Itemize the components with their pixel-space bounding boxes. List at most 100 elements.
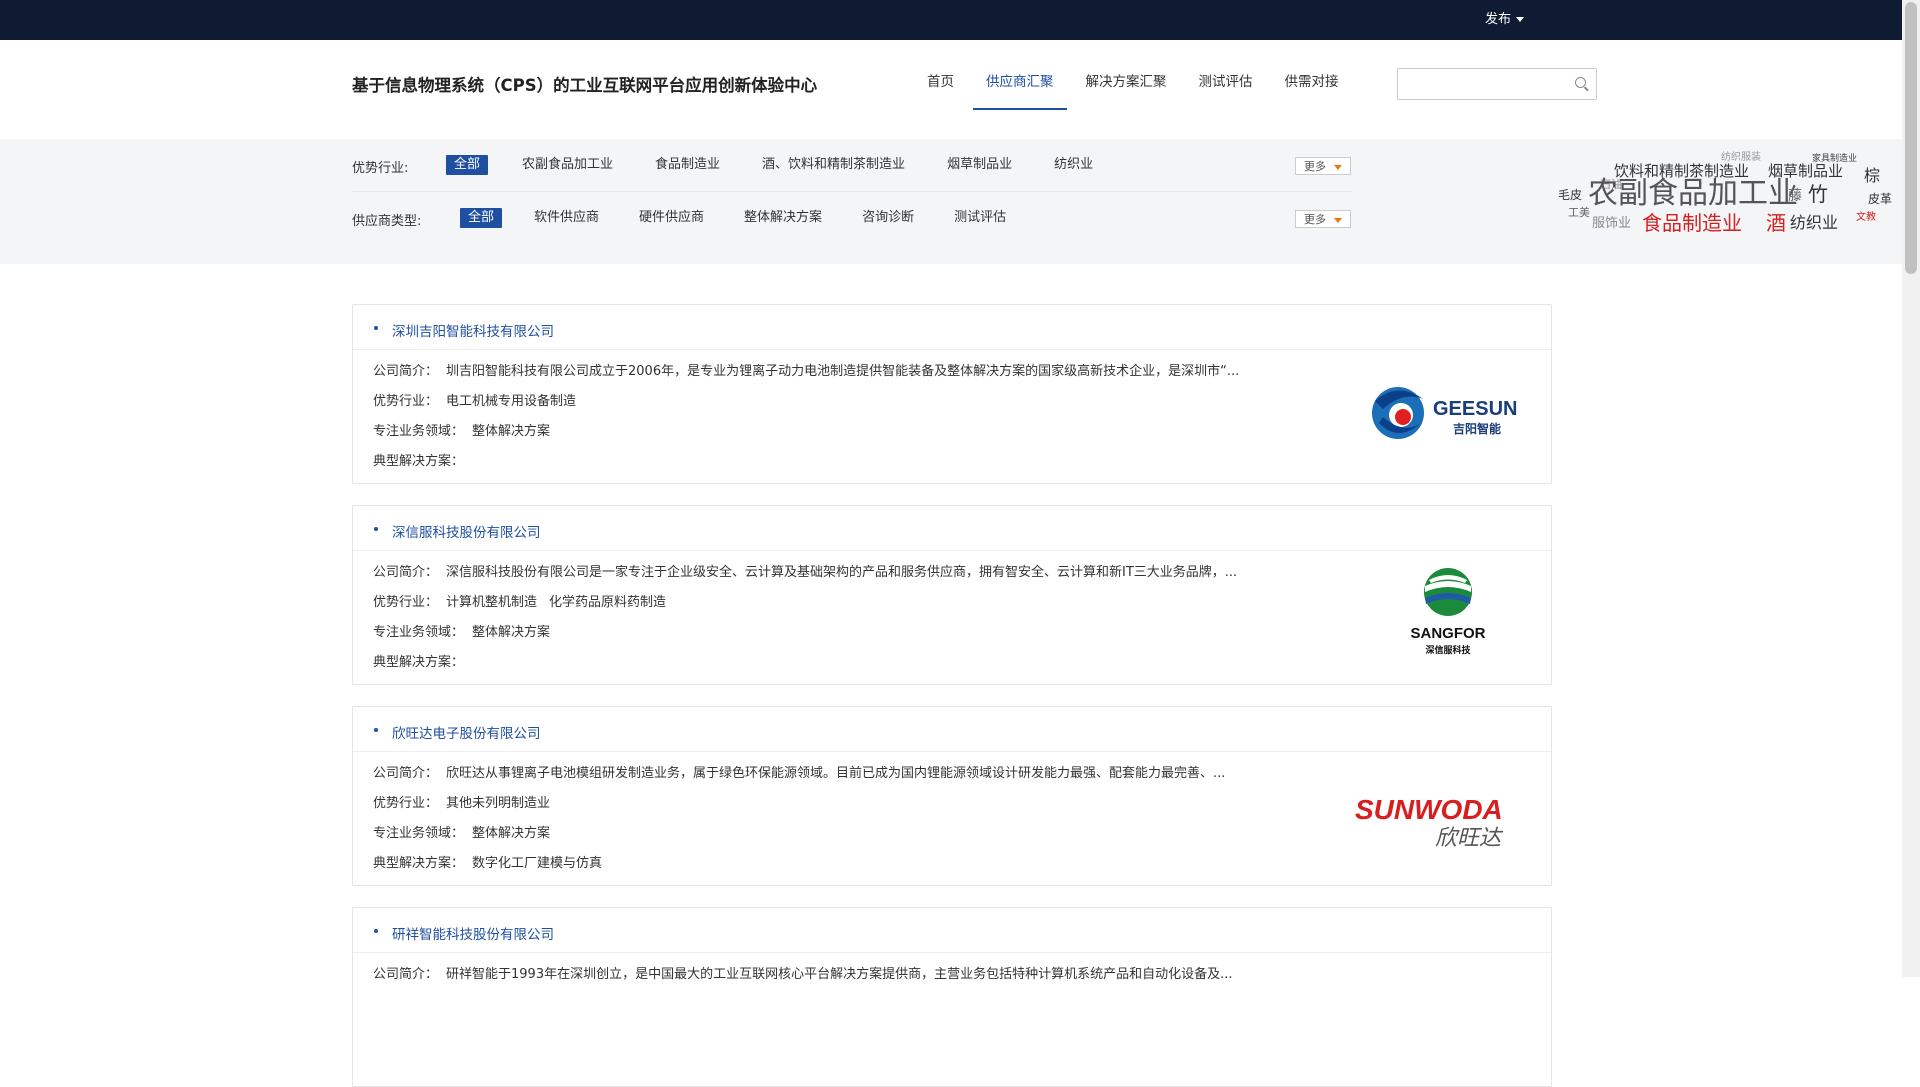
nav-testing[interactable]: 测试评估 — [1186, 40, 1266, 139]
intro-label: 公司简介： — [373, 364, 439, 379]
company-details: 公司简介： 研祥智能于1993年在深圳创立，是中国最大的工业互联网核心平台解决方案… — [373, 960, 1303, 990]
company-solutions-row: 典型解决方案： — [373, 648, 1303, 678]
industry-option[interactable]: 食品制造业 — [647, 155, 728, 175]
word: 毛皮 — [1558, 188, 1583, 202]
company-intro-row: 公司简介： 研祥智能于1993年在深圳创立，是中国最大的工业互联网核心平台解决方案… — [373, 960, 1303, 990]
company-name-link[interactable]: 欣旺达电子股份有限公司 — [392, 722, 541, 742]
industry-options: 全部 农副食品加工业 食品制造业 酒、饮料和精制茶制造业 烟草制品业 纺织业 — [446, 155, 1101, 175]
company-intro-row: 公司简介： 欣旺达从事锂离子电池模组研发制造业务，属于绿色环保能源领域。目前已成为… — [373, 759, 1303, 789]
company-card-header: 研祥智能科技股份有限公司 — [353, 908, 1551, 953]
company-focus-row: 专注业务领域： 整体解决方案 — [373, 819, 1303, 849]
sangfor-logo-text: SANGFOR — [1411, 625, 1486, 642]
industry-tag: 化学药品原料药制造 — [549, 595, 667, 610]
industry-filter-label: 优势行业: — [352, 161, 409, 176]
geesun-logo-text: GEESUN — [1433, 398, 1517, 420]
search-box — [1397, 68, 1597, 100]
company-card: 欣旺达电子股份有限公司 公司简介： 欣旺达从事锂离子电池模组研发制造业务，属于绿色… — [352, 706, 1552, 886]
sunwoda-logo-text: SUNWODA — [1355, 794, 1503, 825]
scrollbar-thumb[interactable] — [1905, 2, 1917, 274]
industry-filter-row: 优势行业: 全部 农副食品加工业 食品制造业 酒、饮料和精制茶制造业 烟草制品业… — [352, 139, 1352, 192]
caret-down-icon — [1334, 218, 1342, 223]
industry-option[interactable]: 纺织业 — [1046, 155, 1101, 175]
company-card: 深信服科技股份有限公司 公司简介： 深信服科技股份有限公司是一家专注于企业级安全、… — [352, 505, 1552, 685]
industry-label: 优势行业： — [373, 394, 439, 409]
supplier-type-options: 全部 软件供应商 硬件供应商 整体解决方案 咨询诊断 测试评估 — [460, 208, 1014, 228]
company-card: 研祥智能科技股份有限公司 公司简介： 研祥智能于1993年在深圳创立，是中国最大的… — [352, 907, 1552, 1087]
word: 食品制造业 — [1642, 211, 1742, 235]
publish-label: 发布 — [1484, 12, 1511, 27]
bullet-icon — [374, 326, 378, 330]
geesun-logo-subtext: 吉阳智能 — [1453, 421, 1501, 436]
focus-value: 整体解决方案 — [472, 625, 551, 640]
industry-label: 优势行业： — [373, 595, 439, 610]
intro-text: 圳吉阳智能科技有限公司成立于2006年，是专业为锂离子动力电池制造提供智能装备及… — [446, 364, 1240, 379]
intro-label: 公司简介： — [373, 565, 439, 580]
search-input[interactable] — [1404, 69, 1568, 99]
geesun-logo-icon: GEESUN 吉阳智能 — [1353, 351, 1543, 471]
page-scrollbar[interactable] — [1902, 0, 1920, 977]
company-name-link[interactable]: 研祥智能科技股份有限公司 — [392, 923, 554, 943]
more-label: 更多 — [1304, 160, 1326, 173]
supplier-type-option[interactable]: 硬件供应商 — [631, 208, 712, 228]
top-bar: 发布 — [0, 0, 1902, 40]
word: 农副食品加工业 — [1588, 176, 1798, 211]
solutions-label: 典型解决方案： — [373, 454, 465, 469]
industry-option-all[interactable]: 全部 — [446, 155, 489, 175]
supplier-type-more-button[interactable]: 更多 — [1295, 210, 1351, 228]
main-nav: 首页 供应商汇聚 解决方案汇聚 测试评估 供需对接 — [914, 40, 1358, 139]
word: 皮革 — [1868, 192, 1893, 206]
focus-value: 整体解决方案 — [472, 826, 551, 841]
company-focus-row: 专注业务领域： 整体解决方案 — [373, 618, 1303, 648]
nav-suppliers[interactable]: 供应商汇聚 — [973, 40, 1067, 139]
industry-tag: 计算机整机制造 — [446, 595, 538, 610]
supplier-type-filter-row: 供应商类型: 全部 软件供应商 硬件供应商 整体解决方案 咨询诊断 测试评估 更… — [352, 192, 1352, 244]
industry-option[interactable]: 烟草制品业 — [939, 155, 1020, 175]
company-name-link[interactable]: 深圳吉阳智能科技有限公司 — [392, 320, 554, 340]
supplier-type-option[interactable]: 咨询诊断 — [854, 208, 922, 228]
industry-more-button[interactable]: 更多 — [1295, 157, 1351, 175]
intro-label: 公司简介： — [373, 967, 439, 982]
sangfor-logo-icon: SANGFOR 深信服科技 — [1353, 552, 1543, 672]
nav-matching[interactable]: 供需对接 — [1272, 40, 1352, 139]
word: 纺织业 — [1790, 213, 1839, 232]
industry-word-cloud[interactable]: 纺织服装 家具制造业 饮料和精制茶制造业 烟草制品业 棕 石油 毛皮 农副食品加… — [1556, 150, 1902, 246]
bullet-icon — [374, 728, 378, 732]
company-card-header: 深圳吉阳智能科技有限公司 — [353, 305, 1551, 350]
industry-tag: 其他未列明制造业 — [446, 796, 551, 811]
company-solutions-row: 典型解决方案： 数字化工厂建模与仿真 — [373, 849, 1303, 879]
company-card: 深圳吉阳智能科技有限公司 公司简介： 圳吉阳智能科技有限公司成立于2006年，是专… — [352, 304, 1552, 484]
company-solutions-row: 典型解决方案： — [373, 447, 1303, 477]
supplier-type-option[interactable]: 测试评估 — [946, 208, 1014, 228]
sunwoda-logo-icon: SUNWODA 欣旺达 — [1353, 753, 1543, 873]
caret-down-icon — [1516, 17, 1524, 22]
focus-label: 专注业务领域： — [373, 826, 465, 841]
intro-text: 深信服科技股份有限公司是一家专注于企业级安全、云计算及基础架构的产品和服务供应商… — [446, 565, 1238, 580]
company-card-header: 深信服科技股份有限公司 — [353, 506, 1551, 551]
supplier-type-filter-label: 供应商类型: — [352, 214, 422, 229]
industry-label: 优势行业： — [373, 796, 439, 811]
word: 文教 — [1856, 212, 1876, 223]
supplier-type-option-all[interactable]: 全部 — [460, 208, 503, 228]
industry-option[interactable]: 农副食品加工业 — [514, 155, 621, 175]
company-industry-row: 优势行业： 计算机整机制造 化学药品原料药制造 — [373, 588, 1303, 618]
word: 棕 — [1864, 166, 1881, 185]
company-details: 公司简介： 欣旺达从事锂离子电池模组研发制造业务，属于绿色环保能源领域。目前已成为… — [373, 759, 1303, 879]
word: 竹 — [1808, 182, 1828, 206]
publish-menu[interactable]: 发布 — [1485, 0, 1524, 40]
search-icon[interactable] — [1575, 77, 1586, 88]
supplier-type-option[interactable]: 软件供应商 — [526, 208, 607, 228]
intro-text: 欣旺达从事锂离子电池模组研发制造业务，属于绿色环保能源领域。目前已成为国内锂能源… — [446, 766, 1226, 781]
industry-option[interactable]: 酒、饮料和精制茶制造业 — [754, 155, 913, 175]
company-industry-row: 优势行业： 其他未列明制造业 — [373, 789, 1303, 819]
caret-down-icon — [1334, 165, 1342, 170]
word: 服饰业 — [1592, 216, 1632, 231]
supplier-type-option[interactable]: 整体解决方案 — [736, 208, 830, 228]
focus-value: 整体解决方案 — [472, 424, 551, 439]
company-card-header: 欣旺达电子股份有限公司 — [353, 707, 1551, 752]
more-label: 更多 — [1304, 213, 1326, 226]
nav-home[interactable]: 首页 — [914, 40, 967, 139]
company-name-link[interactable]: 深信服科技股份有限公司 — [392, 521, 541, 541]
sunwoda-logo-subtext: 欣旺达 — [1435, 826, 1504, 851]
nav-solutions[interactable]: 解决方案汇聚 — [1073, 40, 1180, 139]
focus-label: 专注业务领域： — [373, 625, 465, 640]
